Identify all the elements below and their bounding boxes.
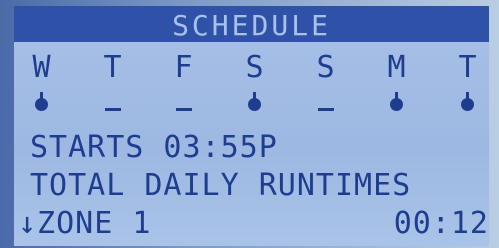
watering-day-icon — [379, 92, 415, 120]
runtimes-label: TOTAL DAILY RUNTIMES — [30, 168, 412, 203]
water-drop-icon — [390, 92, 403, 111]
off-day-dash — [308, 96, 344, 120]
zone-label: ↓ZONE 1 — [18, 206, 152, 241]
day-label: T — [458, 50, 478, 85]
day-label: S — [245, 50, 265, 85]
day-label: S — [316, 50, 336, 85]
day-label: T — [103, 50, 123, 85]
water-drop-icon — [461, 92, 474, 111]
water-drop-icon — [35, 92, 48, 111]
zone-runtime-value: 00:12 — [393, 206, 489, 241]
off-day-dash — [95, 96, 131, 120]
lcd-screen: SCHEDULE W T F S S M T STARTS 03:55P TOTAL DAI… — [14, 6, 489, 246]
dash-icon — [105, 108, 121, 111]
screen-title: SCHEDULE — [172, 9, 331, 42]
watering-day-icon — [24, 92, 60, 120]
water-drop-icon — [248, 92, 261, 111]
watering-day-icon — [237, 92, 273, 120]
start-time-label: STARTS 03:55P — [30, 130, 278, 165]
day-label: W — [32, 50, 52, 85]
day-label: F — [174, 50, 194, 85]
dash-icon — [318, 108, 334, 111]
watering-day-icon — [450, 92, 486, 120]
dash-icon — [176, 108, 192, 111]
day-label: M — [387, 50, 407, 85]
off-day-dash — [166, 96, 202, 120]
